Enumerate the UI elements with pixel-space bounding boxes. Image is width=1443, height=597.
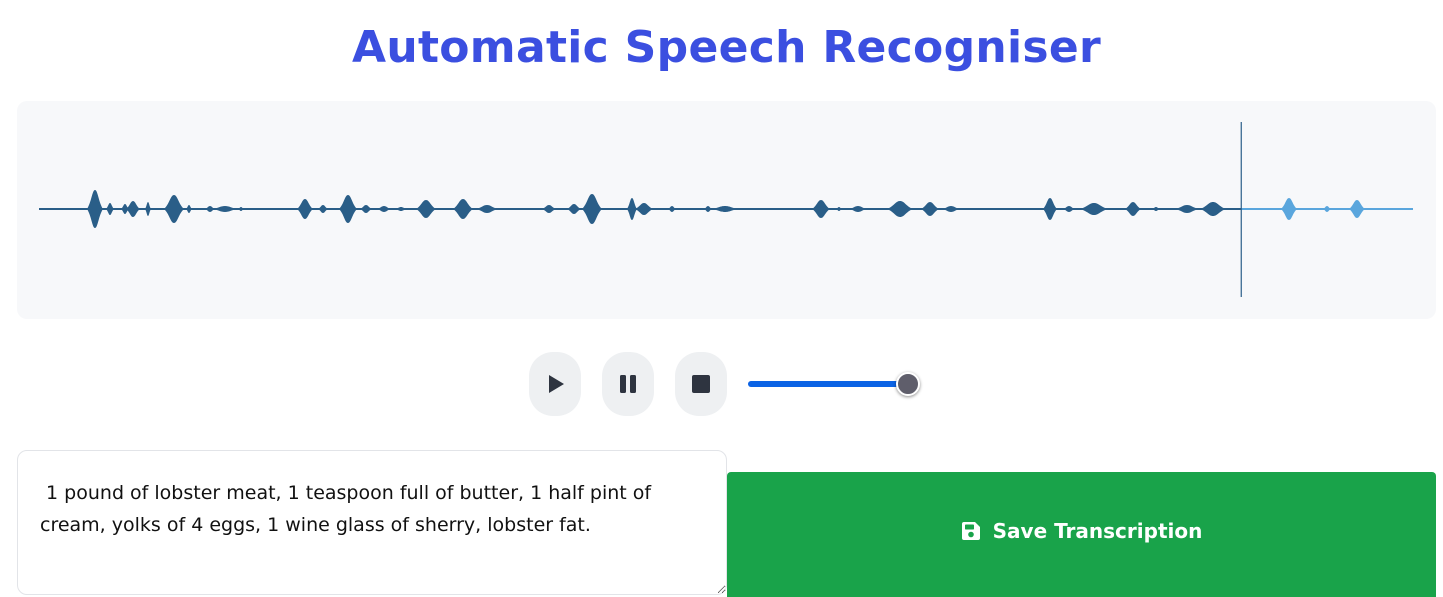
play-button[interactable] xyxy=(529,352,581,416)
waveform-burst xyxy=(318,205,328,213)
stop-button[interactable] xyxy=(675,352,727,416)
waveform-burst xyxy=(476,205,498,213)
waveform-burst xyxy=(164,195,184,223)
pause-button[interactable] xyxy=(602,352,654,416)
waveform-burst xyxy=(377,206,391,212)
waveform-burst xyxy=(836,207,842,211)
page-title: Automatic Speech Recogniser xyxy=(351,22,1102,73)
waveform-burst xyxy=(1125,202,1141,216)
waveform-burst xyxy=(1200,202,1226,216)
transcription-textarea[interactable]: 1 pound of lobster meat, 1 teaspoon full… xyxy=(17,450,727,595)
waveform-burst xyxy=(887,201,913,217)
volume-slider-thumb[interactable] xyxy=(896,372,920,396)
waveform-burst xyxy=(126,201,140,217)
waveform-burst xyxy=(106,203,114,215)
waveform-burst xyxy=(1323,206,1331,212)
waveform-burst xyxy=(921,202,939,216)
waveform-burst xyxy=(212,206,238,212)
waveform-burst xyxy=(1349,200,1365,218)
waveform-burst xyxy=(635,203,653,215)
save-transcription-button[interactable]: Save Transcription xyxy=(727,472,1436,597)
waveform-burst xyxy=(395,207,407,211)
waveform-burst xyxy=(711,206,739,212)
stop-icon xyxy=(690,373,712,395)
waveform-burst xyxy=(668,206,676,212)
waveform-burst xyxy=(542,205,556,213)
floppy-disk-icon xyxy=(961,521,981,541)
waveform-burst xyxy=(360,205,372,213)
waveform-burst xyxy=(567,204,581,214)
volume-slider-fill xyxy=(748,381,908,387)
waveform-burst xyxy=(1080,203,1108,215)
waveform-burst xyxy=(849,206,867,212)
waveform-burst xyxy=(297,199,313,219)
volume-slider[interactable] xyxy=(748,366,920,402)
play-icon xyxy=(544,373,566,395)
waveform-burst xyxy=(812,200,830,218)
waveform-burst xyxy=(1152,207,1160,211)
waveform-burst xyxy=(453,199,473,219)
waveform-burst xyxy=(1281,198,1297,220)
playback-controls xyxy=(529,352,920,416)
waveform-burst xyxy=(238,207,244,211)
waveform-burst xyxy=(186,205,192,213)
waveform-burst xyxy=(704,206,712,212)
waveform-burst xyxy=(942,206,960,212)
waveform[interactable] xyxy=(17,101,1436,319)
waveform-burst xyxy=(1063,206,1075,212)
waveform-burst xyxy=(582,194,602,224)
waveform-burst xyxy=(416,200,436,218)
waveform-burst xyxy=(339,195,357,223)
waveform-burst xyxy=(145,202,151,216)
save-button-label: Save Transcription xyxy=(992,518,1203,543)
pause-icon xyxy=(617,373,639,395)
waveform-burst xyxy=(1175,205,1199,213)
waveform-burst xyxy=(1043,198,1057,220)
waveform-burst xyxy=(87,190,103,228)
waveform-panel[interactable] xyxy=(17,101,1436,319)
